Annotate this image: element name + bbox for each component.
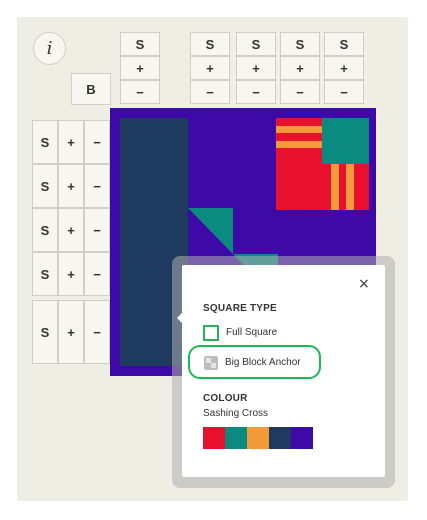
square-type-heading: SQUARE TYPE [203, 303, 277, 314]
colour-heading: COLOUR [203, 393, 248, 404]
column-2-add-button[interactable]: + [190, 56, 230, 80]
column-2-remove-button[interactable]: − [190, 80, 230, 104]
big-block-anchor-icon [204, 356, 218, 370]
row-5-s-button[interactable]: S [32, 300, 58, 364]
row-1-s-button[interactable]: S [32, 120, 58, 164]
column-1-add-button[interactable]: + [120, 56, 160, 80]
row-5-remove-button[interactable]: − [84, 300, 110, 364]
swatch-teal [225, 427, 247, 449]
row-3-remove-button[interactable]: − [84, 208, 110, 252]
column-2-s-button[interactable]: S [190, 32, 230, 56]
column-5-remove-button[interactable]: − [324, 80, 364, 104]
b-button[interactable]: B [71, 73, 111, 105]
column-4-add-button[interactable]: + [280, 56, 320, 80]
row-4-s-button[interactable]: S [32, 252, 58, 296]
full-square-option[interactable]: Full Square [203, 325, 353, 341]
row-2-remove-button[interactable]: − [84, 164, 110, 208]
column-4-s-button[interactable]: S [280, 32, 320, 56]
row-4-remove-button[interactable]: − [84, 252, 110, 296]
swatch-purple [291, 427, 313, 449]
big-block-anchor-option[interactable]: Big Block Anchor [188, 345, 321, 379]
full-square-label: Full Square [226, 327, 278, 338]
sashing-cross-block[interactable] [276, 118, 369, 210]
column-3-remove-button[interactable]: − [236, 80, 276, 104]
row-3-add-button[interactable]: + [58, 208, 84, 252]
row-2-add-button[interactable]: + [58, 164, 84, 208]
swatch-navy [269, 427, 291, 449]
swatch-red [203, 427, 225, 449]
colour-name: Sashing Cross [203, 408, 269, 419]
column-3-add-button[interactable]: + [236, 56, 276, 80]
popup-pointer [177, 312, 183, 324]
row-1-remove-button[interactable]: − [84, 120, 110, 164]
swatch-orange [247, 427, 269, 449]
column-5-s-button[interactable]: S [324, 32, 364, 56]
column-5-add-button[interactable]: + [324, 56, 364, 80]
big-block-anchor-label: Big Block Anchor [225, 357, 301, 368]
info-button[interactable]: i [33, 32, 66, 65]
column-4-remove-button[interactable]: − [280, 80, 320, 104]
row-1-add-button[interactable]: + [58, 120, 84, 164]
row-3-s-button[interactable]: S [32, 208, 58, 252]
close-icon[interactable]: × [358, 276, 370, 292]
column-1-remove-button[interactable]: − [120, 80, 160, 104]
column-3-s-button[interactable]: S [236, 32, 276, 56]
row-5-add-button[interactable]: + [58, 300, 84, 364]
full-square-icon [203, 325, 219, 341]
row-2-s-button[interactable]: S [32, 164, 58, 208]
column-1-s-button[interactable]: S [120, 32, 160, 56]
row-4-add-button[interactable]: + [58, 252, 84, 296]
